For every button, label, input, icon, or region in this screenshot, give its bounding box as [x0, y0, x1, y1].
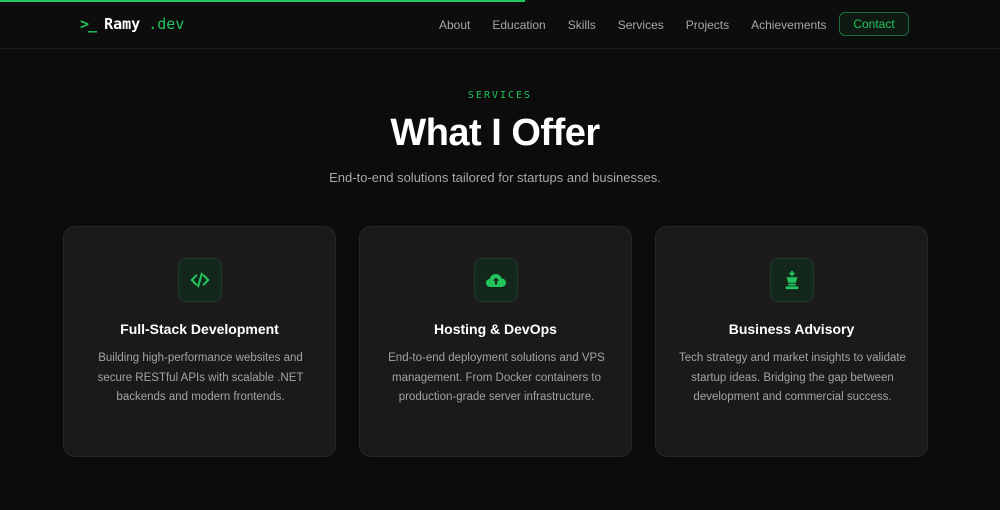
- card-title: Full-Stack Development: [120, 321, 279, 337]
- terminal-icon: >_: [80, 15, 97, 33]
- nav-links: About Education Skills Services Projects…: [439, 18, 849, 32]
- logo[interactable]: >_ Ramy .dev: [80, 15, 184, 33]
- section-label: SERVICES: [467, 90, 533, 101]
- nav-link-education[interactable]: Education: [492, 18, 545, 32]
- card-title: Hosting & DevOps: [434, 321, 557, 337]
- service-card-hosting: Hosting & DevOps End-to-end deployment s…: [359, 226, 632, 457]
- nav-link-skills[interactable]: Skills: [568, 18, 596, 32]
- cloud-upload-icon: [474, 258, 518, 302]
- top-navbar: >_ Ramy .dev About Education Skills Serv…: [0, 2, 1000, 49]
- nav-link-services[interactable]: Services: [618, 18, 664, 32]
- nav-link-projects[interactable]: Projects: [686, 18, 729, 32]
- logo-name: Ramy: [104, 15, 141, 33]
- contact-button[interactable]: Contact: [839, 12, 909, 36]
- card-description: Tech strategy and market insights to val…: [679, 352, 906, 403]
- card-description: End-to-end deployment solutions and VPS …: [388, 352, 605, 403]
- chess-king-icon: [770, 258, 814, 302]
- card-description: Building high-performance websites and s…: [97, 352, 304, 403]
- nav-link-achievements[interactable]: Achievements: [751, 18, 826, 32]
- logo-extension: .dev: [148, 15, 185, 33]
- section-subtitle: End-to-end solutions tailored for startu…: [329, 170, 661, 185]
- nav-link-about[interactable]: About: [439, 18, 470, 32]
- card-title: Business Advisory: [728, 321, 855, 337]
- service-card-fullstack: Full-Stack Development Building high-per…: [63, 226, 336, 457]
- code-icon: [178, 258, 222, 302]
- section-title: What I Offer: [390, 112, 600, 154]
- service-card-advisory: Business Advisory Tech strategy and mark…: [655, 226, 928, 457]
